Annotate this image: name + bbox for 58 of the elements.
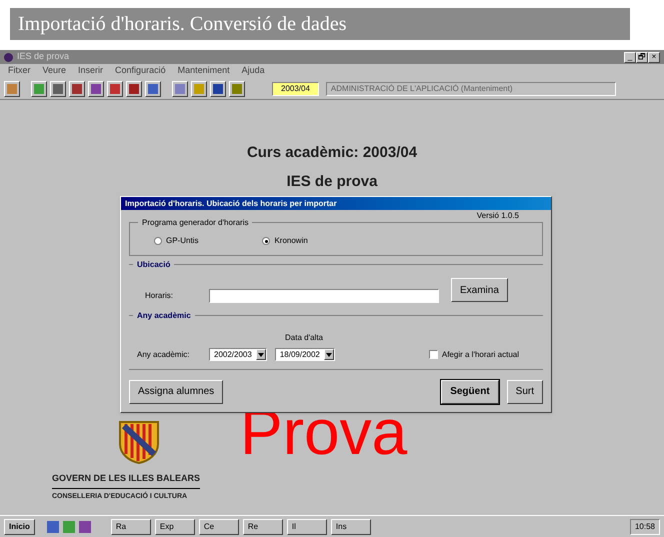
window-control[interactable]: × <box>648 52 660 62</box>
menu-item[interactable]: Configuració <box>115 64 166 78</box>
append-checkbox[interactable]: Afegir a l'horari actual <box>428 348 519 360</box>
banner-title: Importació d'horaris. Conversió de dades <box>18 12 347 37</box>
menu-item[interactable]: Ajuda <box>242 64 265 78</box>
status-field: ADMINISTRACIÓ DE L'APLICACIÓ (Manteniment) <box>326 82 616 96</box>
toolbar-icon[interactable] <box>50 80 66 96</box>
task-button[interactable]: Re <box>242 518 283 534</box>
path-field[interactable] <box>209 289 439 303</box>
window-control[interactable]: 🗗 <box>636 52 648 62</box>
toolbar-icon[interactable] <box>4 80 20 96</box>
task-button[interactable]: Exp <box>154 518 195 534</box>
toolbar-icon[interactable] <box>145 80 161 96</box>
logo-text: GOVERN DE LES ILLES BALEARS <box>52 472 200 488</box>
toolbar-icon[interactable] <box>191 80 207 96</box>
quick-launch-icon[interactable] <box>46 520 59 532</box>
browse-button[interactable]: Examina <box>451 278 508 302</box>
dropdown[interactable]: 2002/2003 <box>209 348 267 361</box>
field-label: Any acadèmic: <box>136 348 190 360</box>
school-heading: IES de prova <box>286 172 378 192</box>
app-icon <box>4 52 13 62</box>
course-heading: Curs acadèmic: 2003/04 <box>246 143 418 163</box>
course-field: 2003/04 <box>272 82 319 96</box>
dialog-button[interactable]: Següent <box>441 380 499 404</box>
dialog-title: Importació d'horaris. Ubicació dels horaris per importar <box>125 198 337 210</box>
version-label: Versió 1.0.5 <box>476 210 519 222</box>
toolbar-icon[interactable] <box>31 80 47 96</box>
prova-text: Prova <box>240 400 408 464</box>
dialog-button[interactable]: Surt <box>506 380 543 404</box>
window-title: IES de prova <box>17 50 70 64</box>
dialog-button[interactable]: Assigna alumnes <box>129 380 224 404</box>
task-button[interactable]: Ins <box>330 518 371 534</box>
toolbar-icon[interactable] <box>107 80 123 96</box>
menu-item[interactable]: Fitxer <box>8 64 30 78</box>
radio-option[interactable]: Kronowin <box>262 235 308 247</box>
clock: 10:58 <box>634 520 655 532</box>
menu-item[interactable]: Manteniment <box>178 64 230 78</box>
task-button[interactable]: Ce <box>198 518 239 534</box>
toolbar-icon[interactable] <box>126 80 142 96</box>
toolbar-icon[interactable] <box>69 80 85 96</box>
dropdown[interactable]: 18/09/2002 <box>274 348 335 361</box>
field-label: Data d'alta <box>285 333 323 342</box>
toolbar-icon[interactable] <box>210 80 226 96</box>
menu-item[interactable]: Inserir <box>78 64 104 78</box>
quick-launch-icon[interactable] <box>78 520 91 532</box>
toolbar-icon[interactable] <box>172 80 188 96</box>
toolbar-icon[interactable] <box>88 80 104 96</box>
task-button[interactable]: Ra <box>110 518 151 534</box>
menu-item[interactable]: Veure <box>42 64 66 78</box>
radio-option[interactable]: GP-Untis <box>154 235 198 247</box>
task-button[interactable]: Il <box>286 518 327 534</box>
group-label: Any acadèmic <box>133 310 195 322</box>
toolbar-icon[interactable] <box>229 80 245 96</box>
window-control[interactable]: _ <box>624 52 636 62</box>
coat-of-arms-icon <box>118 420 160 464</box>
field-label: Horaris: <box>144 290 174 302</box>
start-button[interactable]: Inicio <box>4 518 35 534</box>
group-label: Programa generador d'horaris <box>138 217 252 229</box>
